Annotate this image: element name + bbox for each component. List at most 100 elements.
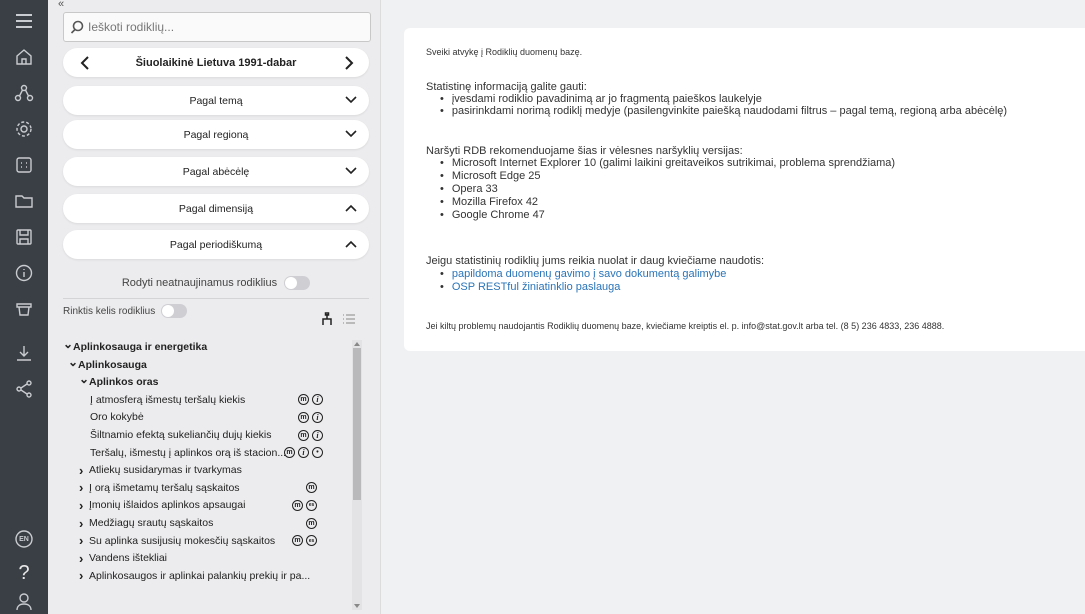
tree-scrollbar[interactable] [352,340,362,610]
tree-item[interactable]: › Vandens ištekliai [63,549,351,567]
metadata-icon[interactable]: m [298,411,309,423]
show-stale-label: Rodyti neatnaujinamus rodiklius [121,276,278,289]
download-icon[interactable] [0,336,48,370]
metadata-icon[interactable]: m [306,517,317,529]
tree-item-label: Šiltnamio efektą sukeliančių dujų kiekis [90,429,272,441]
tree-item[interactable]: Teršalų, išmestų į aplinkos orą iš staci… [63,444,351,462]
chevron-up-icon [345,202,357,214]
chevron-up-icon [345,238,357,250]
tree-item[interactable]: ⌄ Aplinkosauga ir energetika [63,337,351,356]
caret-down-icon[interactable]: ⌄ [63,337,73,351]
caret-down-icon[interactable]: ⌄ [79,372,89,386]
filter-by-region[interactable]: Pagal regioną [63,120,369,149]
tree-item-icons: m i • [284,447,323,459]
scroll-thumb[interactable] [353,348,361,500]
info-icon[interactable]: i [298,447,309,459]
links-intro: Jeigu statistinių rodiklių jums reikia n… [426,255,765,267]
eurostat-icon[interactable]: es [306,535,317,547]
browsers-intro: Naršyti RDB rekomenduojame šias ir vėles… [426,145,743,157]
filter-label: Pagal temą [189,94,243,107]
map-pin-icon[interactable]: • [312,447,323,459]
info-icon[interactable]: i [312,429,323,441]
table-icon[interactable] [0,148,48,182]
scroll-up-arrow[interactable] [354,342,360,346]
list-view-icon [343,314,355,324]
filter-label: Pagal regioną [183,128,249,141]
info-icon[interactable]: i [312,411,323,423]
list-view-button[interactable] [340,310,358,328]
tree-item-label: Aplinkosauga [78,358,147,371]
tree-item[interactable]: › Aplinkosaugos ir aplinkai palankių prek… [63,567,351,585]
tree-view-button[interactable] [318,310,336,328]
tree-item-label: Į atmosferą išmestų teršalų kiekis [90,393,246,406]
metadata-icon[interactable]: m [292,499,303,511]
multi-select-toggle[interactable] [161,304,188,318]
divider [63,298,369,299]
tree-item-icons: m es [292,499,317,511]
caret-right-icon[interactable]: › [79,463,89,478]
restful-service-link[interactable]: OSP RESTful žiniatinklio paslauga [452,281,621,293]
caret-down-icon[interactable]: ⌄ [68,355,78,369]
tree-item[interactable]: ⌄ Aplinkos oras [63,372,351,391]
search-input[interactable] [88,20,358,34]
settings-icon[interactable] [0,112,48,146]
info-icon[interactable] [0,256,48,290]
list-item: pasirinkdami norimą rodiklį medyje (pasi… [440,105,1007,117]
filter-by-alphabet[interactable]: Pagal abėcėlę [63,157,369,186]
tree-item[interactable]: › Medžiagų srautų sąskaitos m [63,514,351,532]
document-download-link[interactable]: papildoma duomenų gavimo į savo dokument… [452,268,727,280]
user-icon[interactable] [0,584,48,614]
tree-item[interactable]: Į atmosferą išmestų teršalų kiekis m i [63,391,351,409]
basket-icon[interactable] [0,292,48,326]
tree-item[interactable]: Oro kokybė m i [63,408,351,426]
caret-right-icon[interactable]: › [79,516,89,531]
tree-item[interactable]: Šiltnamio efektą sukeliančių dujų kiekis… [63,426,351,444]
save-icon[interactable] [0,220,48,254]
metadata-icon[interactable]: m [306,482,317,494]
home-icon[interactable] [0,40,48,74]
show-stale-row: Rodyti neatnaujinamus rodiklius [63,276,369,290]
menu-icon[interactable] [0,4,48,38]
language-button[interactable]: EN [0,522,48,556]
tree-item-icons: m [306,482,317,494]
tree-item[interactable]: › Įmonių išlaidos aplinkos apsaugai m es [63,496,351,514]
language-label: EN [19,535,29,543]
tree-item-label: Vandens ištekliai [89,552,168,565]
filter-by-dimension[interactable]: Pagal dimensiją [63,194,369,223]
metadata-icon[interactable]: m [298,429,309,441]
filter-by-periodicity[interactable]: Pagal periodiškumą [63,230,369,259]
next-period-button[interactable] [343,56,355,70]
filter-label: Pagal periodiškumą [169,238,263,251]
metadata-icon[interactable]: m [292,535,303,547]
network-icon[interactable] [0,76,48,110]
tree-item-label: Su aplinka susijusių mokesčių sąskaitos [89,534,276,547]
caret-right-icon[interactable]: › [79,533,89,548]
caret-right-icon[interactable]: › [79,551,89,566]
caret-right-icon[interactable]: › [79,568,89,583]
caret-right-icon[interactable]: › [79,480,89,495]
chevron-down-icon [345,94,357,106]
metadata-icon[interactable]: m [298,394,309,406]
chevron-down-icon [345,128,357,140]
metadata-icon[interactable]: m [284,447,295,459]
scroll-down-arrow[interactable] [354,604,360,608]
chevron-down-icon [345,165,357,177]
filter-by-topic[interactable]: Pagal temą [63,86,369,115]
tree-item[interactable]: › Su aplinka susijusių mokesčių sąskaitos… [63,532,351,550]
tree-item[interactable]: › Į orą išmetamų teršalų sąskaitos m [63,479,351,497]
eurostat-icon[interactable]: es [306,499,317,511]
share-icon[interactable] [0,372,48,406]
caret-right-icon[interactable]: › [79,498,89,513]
collapse-panel-icon[interactable]: « [58,0,64,10]
tree-item[interactable]: › Atliekų susidarymas ir tvarkymas [63,461,351,479]
list-item: Microsoft Internet Explorer 10 (galimi l… [440,157,895,169]
previous-period-button[interactable] [79,56,91,70]
folder-icon[interactable] [0,184,48,218]
info-icon[interactable]: i [312,394,323,406]
show-stale-toggle[interactable] [284,276,311,290]
multi-select-row: Rinktis kelis rodiklius [63,304,188,318]
tree-item[interactable]: ⌄ Aplinkosauga [63,355,351,374]
list-item: įvesdami rodiklio pavadinimą ar jo fragm… [440,93,762,105]
tree-item-label: Į orą išmetamų teršalų sąskaitos [89,481,240,494]
search-box[interactable] [63,12,371,42]
